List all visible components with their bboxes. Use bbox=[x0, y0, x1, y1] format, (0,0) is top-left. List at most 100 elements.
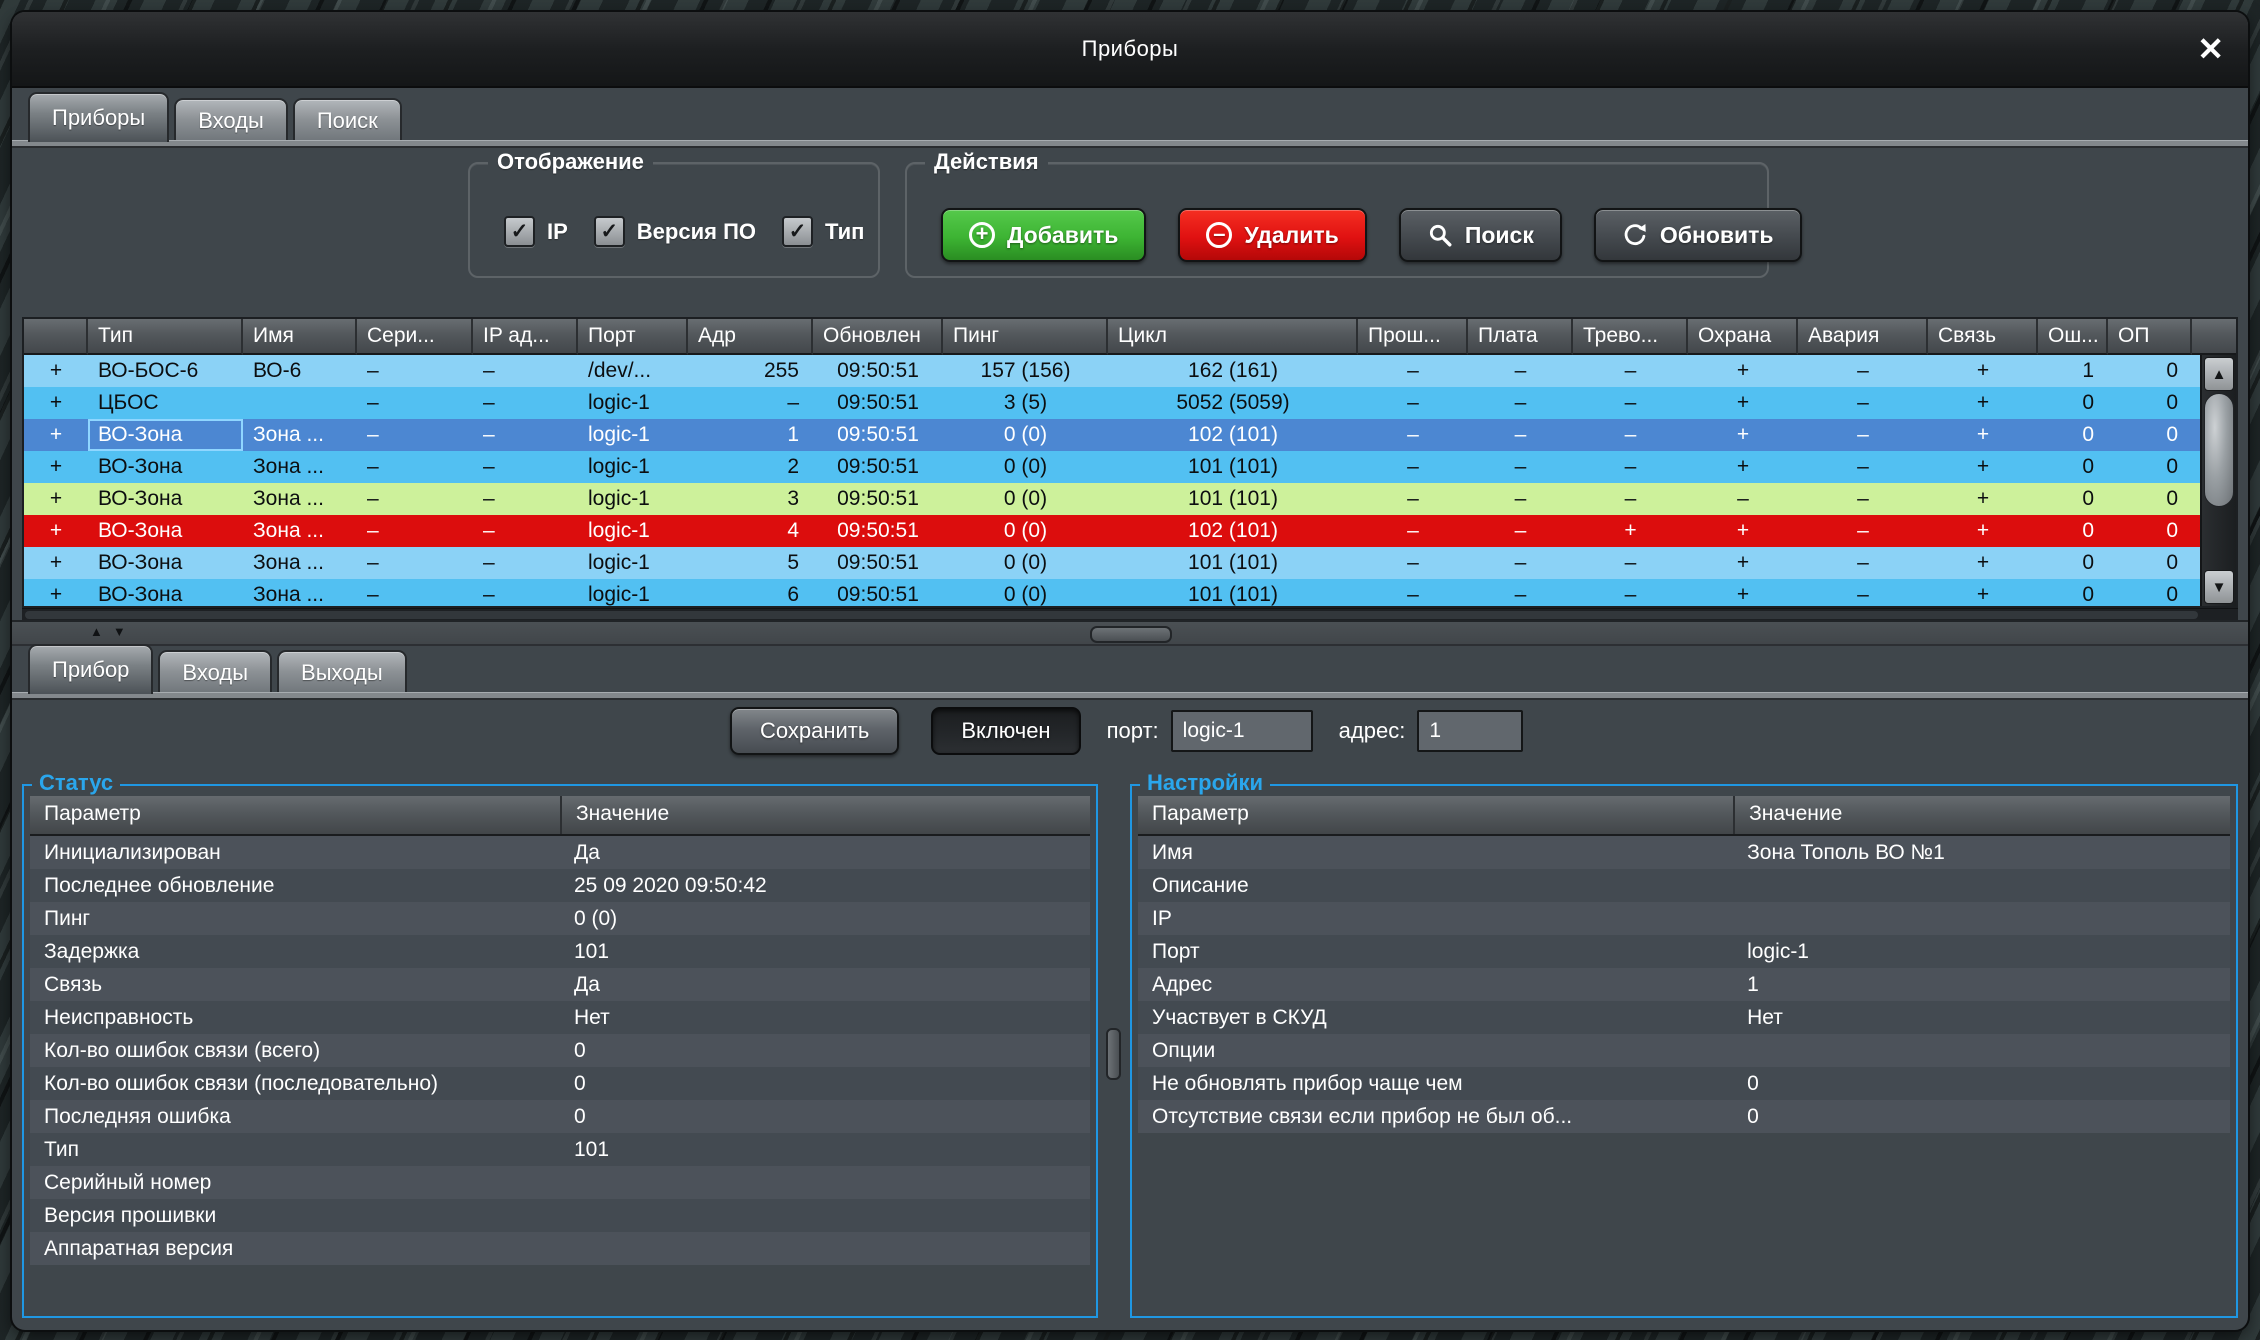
column-header-4[interactable]: IP ад... bbox=[473, 319, 578, 355]
status-row-7[interactable]: Кол-во ошибок связи (последовательно)0 bbox=[30, 1067, 1090, 1100]
top-tab-0[interactable]: Приборы bbox=[28, 92, 169, 142]
display-checkbox-item-1: ✓Версия ПО bbox=[594, 216, 756, 247]
status-row-11[interactable]: Версия прошивки bbox=[30, 1199, 1090, 1232]
cell-1-7: 09:50:51 bbox=[813, 387, 943, 419]
delete-button[interactable]: –Удалить bbox=[1178, 208, 1366, 262]
horizontal-scroll-thumb[interactable] bbox=[25, 611, 2198, 619]
column-header-1[interactable]: Тип bbox=[88, 319, 243, 355]
cell-7-1: ВО-Зона bbox=[88, 579, 243, 606]
table-row-1[interactable]: +ЦБОС––logic-1–09:50:513 (5)5052 (5059)–… bbox=[24, 387, 2202, 419]
scroll-thumb[interactable] bbox=[2204, 393, 2234, 507]
enabled-toggle-button[interactable]: Включен bbox=[931, 707, 1080, 755]
row-expander[interactable]: + bbox=[24, 419, 88, 451]
status-row-2[interactable]: Пинг0 (0) bbox=[30, 902, 1090, 935]
panel-splitter-grip[interactable] bbox=[1106, 1028, 1121, 1080]
top-tab-1[interactable]: Входы bbox=[174, 98, 288, 142]
column-header-10[interactable]: Прош... bbox=[1358, 319, 1468, 355]
settings-row-4[interactable]: Адрес1 bbox=[1138, 968, 2230, 1001]
save-button[interactable]: Сохранить bbox=[730, 707, 899, 755]
status-row-9[interactable]: Тип101 bbox=[30, 1133, 1090, 1166]
port-input[interactable] bbox=[1171, 710, 1313, 752]
status-table-header: Параметр Значение bbox=[30, 796, 1090, 836]
column-header-7[interactable]: Обновлен bbox=[813, 319, 943, 355]
settings-param-1: Описание bbox=[1138, 869, 1733, 902]
settings-row-2[interactable]: IP bbox=[1138, 902, 2230, 935]
checkbox-2[interactable]: ✓ bbox=[782, 216, 813, 247]
status-row-4[interactable]: СвязьДа bbox=[30, 968, 1090, 1001]
settings-row-1[interactable]: Описание bbox=[1138, 869, 2230, 902]
status-row-6[interactable]: Кол-во ошибок связи (всего)0 bbox=[30, 1034, 1090, 1067]
row-expander[interactable]: + bbox=[24, 515, 88, 547]
row-expander[interactable]: + bbox=[24, 451, 88, 483]
cell-1-10: – bbox=[1358, 387, 1468, 419]
checkbox-1[interactable]: ✓ bbox=[594, 216, 625, 247]
column-header-15[interactable]: Связь bbox=[1928, 319, 2038, 355]
column-header-14[interactable]: Авария bbox=[1798, 319, 1928, 355]
refresh-button[interactable]: Обновить bbox=[1594, 208, 1802, 262]
vertical-scrollbar[interactable]: ▲ ▼ bbox=[2200, 355, 2236, 606]
column-header-6[interactable]: Адр bbox=[688, 319, 813, 355]
cell-5-12: + bbox=[1573, 515, 1688, 547]
column-header-11[interactable]: Плата bbox=[1468, 319, 1573, 355]
column-header-12[interactable]: Трево... bbox=[1573, 319, 1688, 355]
table-row-5[interactable]: +ВО-ЗонаЗона ...––logic-1409:50:510 (0)1… bbox=[24, 515, 2202, 547]
scroll-down-button[interactable]: ▼ bbox=[2204, 570, 2234, 604]
search-button[interactable]: Поиск bbox=[1399, 208, 1562, 262]
cell-3-17: 0 bbox=[2108, 451, 2192, 483]
status-row-5[interactable]: НеисправностьНет bbox=[30, 1001, 1090, 1034]
table-row-3[interactable]: +ВО-ЗонаЗона ...––logic-1209:50:510 (0)1… bbox=[24, 451, 2202, 483]
column-header-16[interactable]: Ош... bbox=[2038, 319, 2108, 355]
add-button[interactable]: +Добавить bbox=[941, 208, 1146, 262]
column-header-3[interactable]: Сери... bbox=[357, 319, 473, 355]
table-row-7[interactable]: +ВО-ЗонаЗона ...––logic-1609:50:510 (0)1… bbox=[24, 579, 2202, 606]
settings-row-8[interactable]: Отсутствие связи если прибор не был об..… bbox=[1138, 1100, 2230, 1133]
column-header-0[interactable] bbox=[24, 319, 88, 355]
address-input[interactable] bbox=[1417, 710, 1523, 752]
close-button[interactable]: ✕ bbox=[2197, 33, 2224, 65]
cell-3-11: – bbox=[1468, 451, 1573, 483]
row-expander[interactable]: + bbox=[24, 547, 88, 579]
splitter-grip[interactable] bbox=[1090, 626, 1172, 643]
settings-row-7[interactable]: Не обновлять прибор чаще чем0 bbox=[1138, 1067, 2230, 1100]
row-expander[interactable]: + bbox=[24, 483, 88, 515]
status-row-8[interactable]: Последняя ошибка0 bbox=[30, 1100, 1090, 1133]
status-row-3[interactable]: Задержка101 bbox=[30, 935, 1090, 968]
splitter-arrows[interactable]: ▲▼ bbox=[90, 624, 126, 639]
checkbox-label-0: IP bbox=[547, 219, 568, 245]
cell-2-1: ВО-Зона bbox=[88, 419, 243, 451]
bottom-tab-0[interactable]: Прибор bbox=[28, 644, 153, 694]
table-row-6[interactable]: +ВО-ЗонаЗона ...––logic-1509:50:510 (0)1… bbox=[24, 547, 2202, 579]
column-header-9[interactable]: Цикл bbox=[1108, 319, 1358, 355]
column-header-13[interactable]: Охрана bbox=[1688, 319, 1798, 355]
cell-6-2: Зона ... bbox=[243, 547, 357, 579]
status-row-12[interactable]: Аппаратная версия bbox=[30, 1232, 1090, 1265]
action-buttons: +Добавить –Удалить Поиск Обновить bbox=[941, 208, 1802, 262]
splitter-bar[interactable]: ▲▼ bbox=[12, 620, 2248, 646]
column-header-17[interactable]: ОП bbox=[2108, 319, 2192, 355]
splitter-collapse-up-icon[interactable]: ▲ bbox=[90, 624, 103, 639]
status-row-0[interactable]: ИнициализированДа bbox=[30, 836, 1090, 869]
table-row-2[interactable]: +ВО-ЗонаЗона ...––logic-1109:50:510 (0)1… bbox=[24, 419, 2202, 451]
table-row-4[interactable]: +ВО-ЗонаЗона ...––logic-1309:50:510 (0)1… bbox=[24, 483, 2202, 515]
status-param-5: Неисправность bbox=[30, 1001, 560, 1034]
bottom-tab-1[interactable]: Входы bbox=[158, 650, 272, 694]
column-header-2[interactable]: Имя bbox=[243, 319, 357, 355]
settings-row-3[interactable]: Портlogic-1 bbox=[1138, 935, 2230, 968]
scroll-up-button[interactable]: ▲ bbox=[2204, 357, 2234, 391]
top-tab-2[interactable]: Поиск bbox=[293, 98, 402, 142]
settings-row-0[interactable]: ИмяЗона Тополь ВО №1 bbox=[1138, 836, 2230, 869]
column-header-5[interactable]: Порт bbox=[578, 319, 688, 355]
row-expander[interactable]: + bbox=[24, 355, 88, 387]
bottom-tab-2[interactable]: Выходы bbox=[277, 650, 407, 694]
status-row-1[interactable]: Последнее обновление25 09 2020 09:50:42 bbox=[30, 869, 1090, 902]
row-expander[interactable]: + bbox=[24, 387, 88, 419]
status-row-10[interactable]: Серийный номер bbox=[30, 1166, 1090, 1199]
table-row-0[interactable]: +ВО-БОС-6ВО-6––/dev/...25509:50:51157 (1… bbox=[24, 355, 2202, 387]
cell-6-11: – bbox=[1468, 547, 1573, 579]
settings-row-5[interactable]: Участвует в СКУДНет bbox=[1138, 1001, 2230, 1034]
column-header-8[interactable]: Пинг bbox=[943, 319, 1108, 355]
settings-row-6[interactable]: Опции bbox=[1138, 1034, 2230, 1067]
row-expander[interactable]: + bbox=[24, 579, 88, 606]
splitter-collapse-down-icon[interactable]: ▼ bbox=[113, 624, 126, 639]
checkbox-0[interactable]: ✓ bbox=[504, 216, 535, 247]
